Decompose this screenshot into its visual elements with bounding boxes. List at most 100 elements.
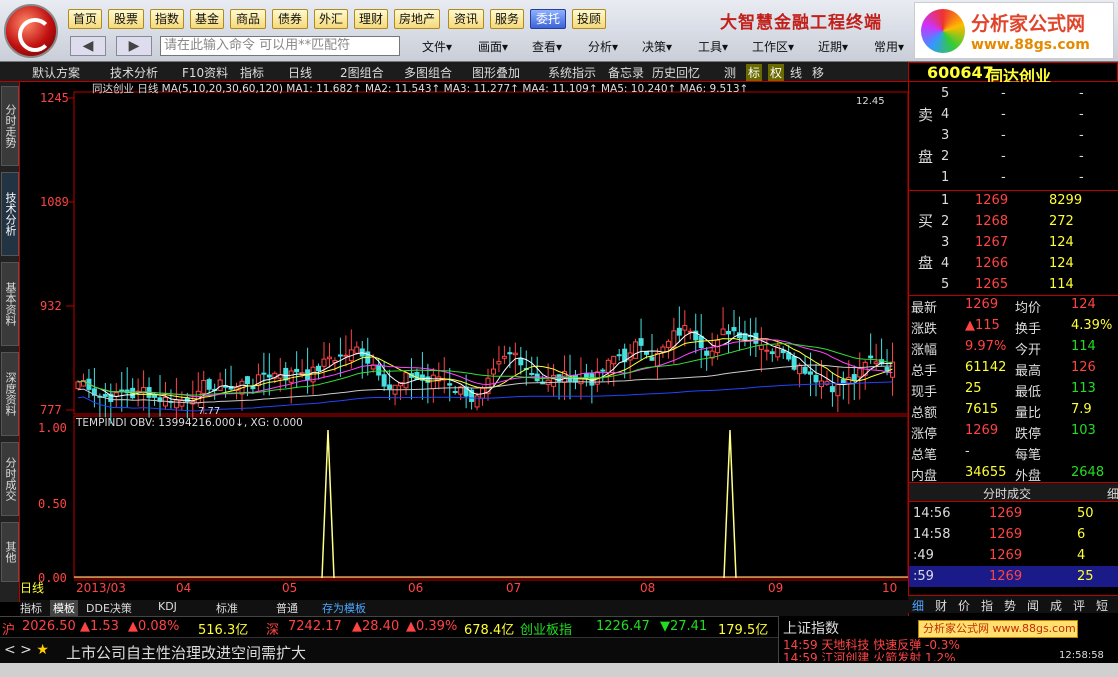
nav-button-0[interactable]: 首页 <box>68 9 102 29</box>
toolbar2-item-10[interactable]: 历史回忆 <box>652 64 700 81</box>
sell-price: - <box>1001 107 1006 122</box>
subtab-2[interactable]: DDE决策 <box>86 600 132 616</box>
left-tab-3[interactable]: 深度资料 <box>1 352 19 436</box>
nav-button-8[interactable]: 房地产 <box>394 9 440 29</box>
menu-item-2[interactable]: 查看▾ <box>532 38 562 55</box>
nav-button-4[interactable]: 商品 <box>230 9 266 29</box>
toolbar2-item-15[interactable]: 移 <box>812 64 824 81</box>
left-tab-0[interactable]: 分时走势 <box>1 86 19 166</box>
buy-row[interactable]: 4 1266 124 <box>909 254 1118 275</box>
candle-body <box>829 386 835 393</box>
quote-row: 最新 1269 均价 124 <box>909 295 1118 316</box>
toolbar2-item-2[interactable]: F10资料 <box>182 64 228 81</box>
toolbar2-item-6[interactable]: 多图组合 <box>404 64 452 81</box>
back-button[interactable]: ◀ <box>70 36 106 56</box>
panel-tab-5[interactable]: 闻 <box>1027 597 1039 614</box>
kline-chart[interactable]: 1245 1089 932 777 1.00 0.50 0.00 同达创业 日线 MA(5,1… <box>20 82 908 602</box>
nav-button-9[interactable]: 资讯 <box>448 9 484 29</box>
right-news-line2[interactable]: 14:59 江河创建 火箭发射 1.2% <box>783 649 956 661</box>
menu-item-5[interactable]: 工具▾ <box>698 38 728 55</box>
panel-tab-3[interactable]: 指 <box>981 597 993 614</box>
quote-value: 2648 <box>1071 465 1105 480</box>
panel-tab-7[interactable]: 评 <box>1073 597 1085 614</box>
nav-button-12[interactable]: 投顾 <box>572 9 606 29</box>
subtab-4[interactable]: 标准 <box>216 600 238 616</box>
sell-row[interactable]: 5 - - <box>909 84 1118 105</box>
sell-row[interactable]: 4 - - <box>909 105 1118 126</box>
subtab-6[interactable]: 存为模板 <box>322 600 366 616</box>
toolbar2-item-9[interactable]: 备忘录 <box>608 64 644 81</box>
tick-price: 1269 <box>989 569 1023 584</box>
sz-index-pct: ▲0.39% <box>406 619 458 634</box>
toolbar2-item-8[interactable]: 系统指示 <box>548 64 596 81</box>
menu-item-0[interactable]: 文件▾ <box>422 38 452 55</box>
nav-button-3[interactable]: 基金 <box>190 9 224 29</box>
nav-button-11[interactable]: 委托 <box>530 9 566 29</box>
sell-row[interactable]: 1 - - <box>909 168 1118 189</box>
toolbar2-item-14[interactable]: 线 <box>790 64 802 81</box>
nav-button-2[interactable]: 指数 <box>150 9 184 29</box>
quote-label: 跌停 <box>1015 427 1042 442</box>
menu-item-8[interactable]: 常用▾ <box>874 38 904 55</box>
ad-banner[interactable]: 分析家公式网 www.88gs.com <box>914 2 1114 59</box>
tick-row: 14:56 1269 50 <box>909 503 1118 524</box>
candle-body <box>337 354 343 357</box>
toolbar2-item-0[interactable]: 默认方案 <box>32 64 80 81</box>
command-input[interactable]: 请在此输入命令 可以用**匹配符 <box>160 36 400 56</box>
left-tab-1[interactable]: 技术分析 <box>1 172 19 256</box>
nav-button-5[interactable]: 债券 <box>272 9 308 29</box>
left-tab-5[interactable]: 其他 <box>1 522 19 582</box>
news-headline[interactable]: 上市公司自主性治理改进空间需扩大 <box>66 642 306 663</box>
buy-row[interactable]: 1 1269 8299 <box>909 191 1118 212</box>
sh-index-amt: 516.3亿 <box>198 623 249 638</box>
menu-item-3[interactable]: 分析▾ <box>588 38 618 55</box>
toolbar2-item-12[interactable]: 标 <box>746 64 763 81</box>
toolbar2-item-1[interactable]: 技术分析 <box>110 64 158 81</box>
sell-row[interactable]: 2 - - <box>909 147 1118 168</box>
panel-tab-4[interactable]: 势 <box>1004 597 1016 614</box>
toolbar2-item-3[interactable]: 指标 <box>240 64 264 81</box>
candle-body <box>720 328 726 336</box>
buy-level: 4 <box>941 256 950 271</box>
nav-button-10[interactable]: 服务 <box>490 9 524 29</box>
menu-item-1[interactable]: 画面▾ <box>478 38 508 55</box>
subtab-0[interactable]: 指标 <box>20 600 42 616</box>
menu-item-4[interactable]: 决策▾ <box>642 38 672 55</box>
buy-row[interactable]: 2 1268 272 <box>909 212 1118 233</box>
panel-tab-8[interactable]: 短 <box>1096 597 1108 614</box>
buy-volume: 124 <box>1049 256 1074 271</box>
nav-button-6[interactable]: 外汇 <box>314 9 348 29</box>
menu-item-6[interactable]: 工作区▾ <box>752 38 794 55</box>
panel-tab-2[interactable]: 价 <box>958 597 970 614</box>
sell-row[interactable]: 3 - - <box>909 126 1118 147</box>
news-nav-icon[interactable]: < > ★ <box>4 642 49 658</box>
subtab-3[interactable]: KDJ <box>158 600 177 613</box>
candle-body <box>179 399 185 407</box>
left-tab-4[interactable]: 分时成交 <box>1 442 19 516</box>
panel-tab-6[interactable]: 成 <box>1050 597 1062 614</box>
ticks-tab[interactable]: 细 <box>1107 485 1118 502</box>
panel-tab-0[interactable]: 细 <box>912 597 924 614</box>
buy-row[interactable]: 5 1265 114 <box>909 275 1118 296</box>
forward-button[interactable]: ▶ <box>116 36 152 56</box>
toolbar2-item-5[interactable]: 2图组合 <box>340 64 384 81</box>
nav-button-7[interactable]: 理财 <box>354 9 388 29</box>
ad-strip[interactable]: 分析家公式网 www.88gs.com <box>918 620 1078 638</box>
sz-index-amt: 678.4亿 <box>464 623 515 638</box>
toolbar2-item-11[interactable]: 测 <box>724 64 736 81</box>
quote-value: 1269 <box>965 423 999 438</box>
subtab-5[interactable]: 普通 <box>276 600 298 616</box>
subtab-1[interactable]: 模板 <box>50 600 78 616</box>
date-label: 10 <box>882 581 897 595</box>
buy-row[interactable]: 3 1267 124 <box>909 233 1118 254</box>
app-logo-icon[interactable] <box>4 4 58 58</box>
toolbar2-item-7[interactable]: 图形叠加 <box>472 64 520 81</box>
sell-price: - <box>1001 128 1006 143</box>
candle-body <box>518 357 524 366</box>
toolbar2-item-4[interactable]: 日线 <box>288 64 312 81</box>
left-tab-2[interactable]: 基本资料 <box>1 262 19 346</box>
toolbar2-item-13[interactable]: 权 <box>768 64 785 81</box>
panel-tab-1[interactable]: 财 <box>935 597 947 614</box>
menu-item-7[interactable]: 近期▾ <box>818 38 848 55</box>
nav-button-1[interactable]: 股票 <box>108 9 144 29</box>
